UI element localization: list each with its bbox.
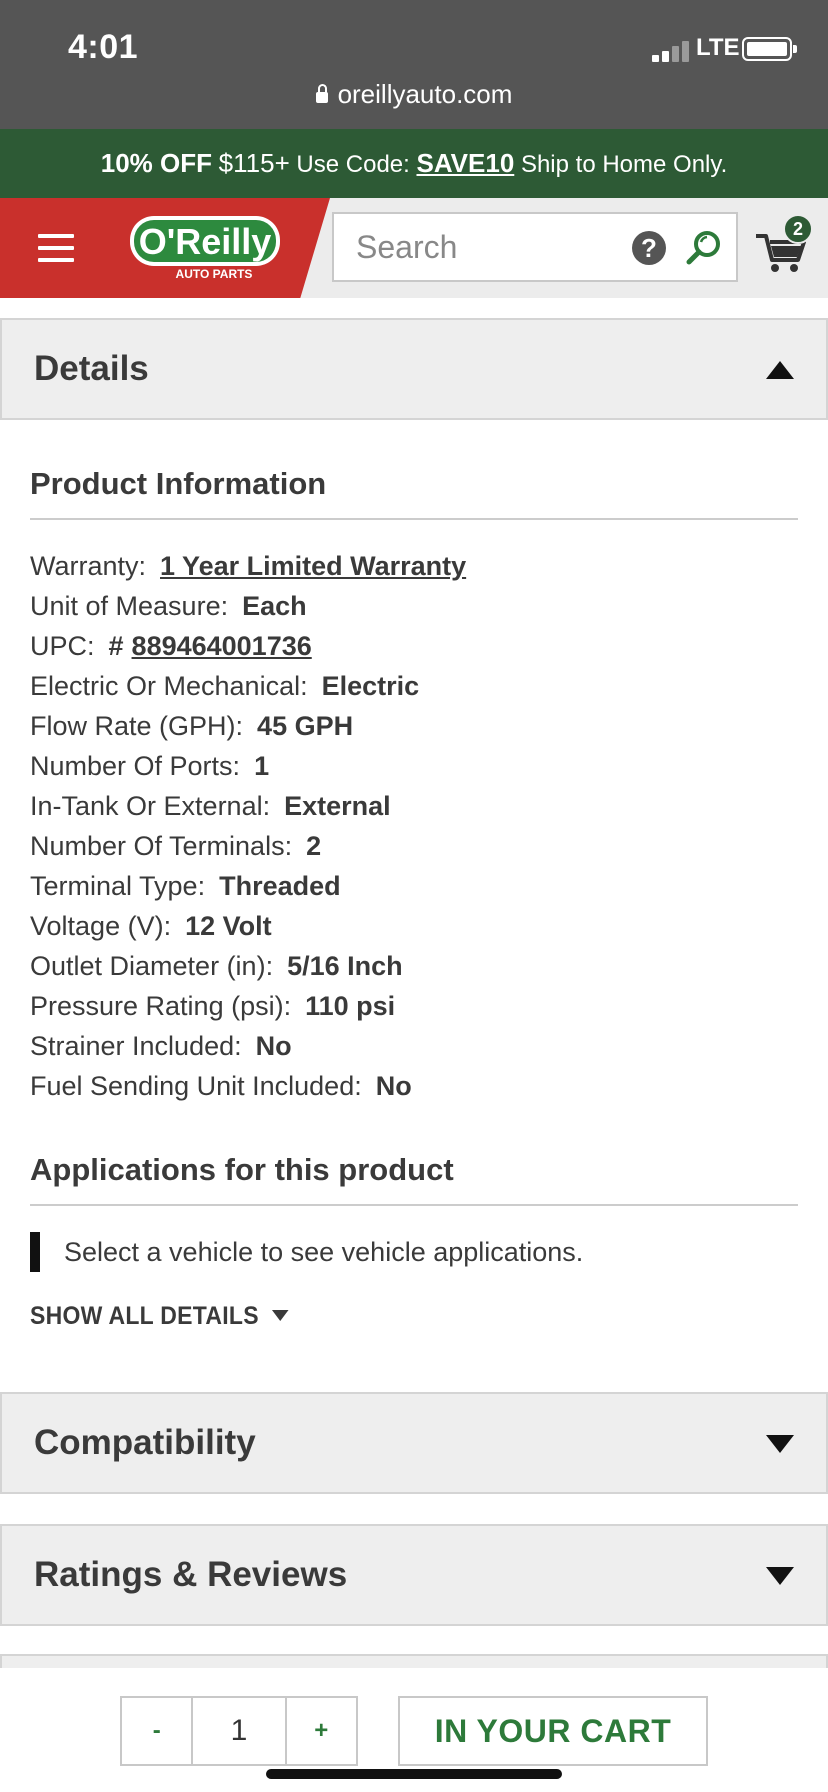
warranty-link[interactable]: 1 Year Limited Warranty [160,551,466,581]
spec-row: In-Tank Or External: External [30,788,800,828]
menu-icon[interactable] [38,234,74,262]
spec-label: Strainer Included: [30,1031,242,1061]
spec-label: Electric Or Mechanical: [30,671,308,701]
spec-value: 5/16 Inch [287,951,403,981]
spec-row: Voltage (V): 12 Volt [30,908,800,948]
promo-banner[interactable]: 10% OFF $115+ Use Code: SAVE10 Ship to H… [0,129,828,198]
spec-value: Each [242,591,307,621]
spec-row: Terminal Type: Threaded [30,868,800,908]
show-all-details-button[interactable]: SHOW ALL DETAILS [30,1302,289,1331]
spec-label: Pressure Rating (psi): [30,991,292,1021]
quantity-field[interactable]: 1 [191,1698,287,1764]
chevron-up-icon [766,361,794,379]
decrease-quantity-button[interactable]: - [122,1698,191,1764]
caret-down-icon [271,1310,289,1321]
spec-row: Flow Rate (GPH): 45 GPH [30,708,800,748]
spec-row: Electric Or Mechanical: Electric [30,668,800,708]
spec-row: Pressure Rating (psi): 110 psi [30,988,800,1028]
logo-text: O'Reilly [139,221,272,262]
spec-row: Number Of Ports: 1 [30,748,800,788]
cart-count-badge[interactable]: 2 [783,214,813,244]
applications-message: Select a vehicle to see vehicle applicat… [30,1232,583,1272]
details-section-header[interactable]: Details [0,318,828,420]
spec-label: Flow Rate (GPH): [30,711,244,741]
spec-value: 2 [306,831,322,861]
help-icon[interactable]: ? [632,231,666,265]
spec-row: Fuel Sending Unit Included: No [30,1068,800,1108]
spec-label: Voltage (V): [30,911,172,941]
battery-icon [742,37,797,61]
show-all-details-label: SHOW ALL DETAILS [30,1302,259,1330]
quantity-stepper: - 1 + [120,1696,358,1766]
lock-icon [315,84,328,103]
spec-value: External [284,791,391,821]
promo-discount: 10% OFF [100,148,212,178]
spec-label: Number Of Terminals: [30,831,293,861]
spec-label: Terminal Type: [30,871,206,901]
page: 4:01 LTE oreillyauto.com 10% OFF $115+ U… [0,0,828,1792]
signal-icon [652,40,692,62]
spec-row: Outlet Diameter (in): 5/16 Inch [30,948,800,988]
spec-row: Strainer Included: No [30,1028,800,1068]
spec-label: Unit of Measure: [30,591,229,621]
address-bar[interactable]: oreillyauto.com [0,79,828,110]
promo-amount: $115+ [218,148,290,178]
promo-note: Ship to Home Only. [520,151,728,178]
spec-value: No [375,1071,412,1101]
compatibility-title: Compatibility [34,1423,256,1462]
spec-row: Unit of Measure: Each [30,588,800,628]
spec-value: 110 psi [305,991,396,1021]
spec-label: In-Tank Or External: [30,791,271,821]
status-bar: 4:01 LTE oreillyauto.com [0,0,828,129]
ratings-section-header[interactable]: Ratings & Reviews [0,1524,828,1626]
spec-value: Threaded [219,871,341,901]
in-your-cart-button[interactable]: IN YOUR CART [398,1696,708,1766]
spec-value: 45 GPH [257,711,354,741]
spec-row: UPC: #889464001736 [30,628,800,668]
status-time: 4:01 [68,28,139,66]
spec-value: Electric [321,671,420,701]
applications-message-text: Select a vehicle to see vehicle applicat… [64,1237,584,1267]
spec-row: Warranty: 1 Year Limited Warranty [30,548,800,588]
oreilly-logo[interactable]: O'Reilly AUTO PARTS [128,212,288,284]
search-icon[interactable] [684,228,724,268]
ratings-title: Ratings & Reviews [34,1555,348,1594]
url-text: oreillyauto.com [337,79,513,109]
spec-label: UPC: [30,631,95,661]
carrier-label: LTE [696,34,740,61]
logo-subtext: AUTO PARTS [176,267,253,281]
upc-link[interactable]: 889464001736 [132,631,312,661]
spec-value: 1 [254,751,270,781]
spec-value: 12 Volt [185,911,272,941]
spec-label: Fuel Sending Unit Included: [30,1071,362,1101]
promo-use-code-label: Use Code: [296,151,410,178]
promo-code[interactable]: SAVE10 [416,148,514,178]
compatibility-section-header[interactable]: Compatibility [0,1392,828,1494]
spec-label: Number Of Ports: [30,751,241,781]
home-indicator[interactable] [266,1769,562,1779]
product-information-heading: Product Information [30,466,798,520]
spec-value: No [255,1031,292,1061]
details-title: Details [34,349,149,388]
upc-prefix: # [108,631,124,661]
chevron-down-icon [766,1567,794,1585]
spec-label: Warranty: [30,551,147,581]
chevron-down-icon [766,1435,794,1453]
spec-label: Outlet Diameter (in): [30,951,274,981]
search-box[interactable]: ? [332,212,738,282]
increase-quantity-button[interactable]: + [287,1698,356,1764]
product-spec-list: Warranty: 1 Year Limited Warranty Unit of… [30,548,800,1108]
search-input[interactable] [356,226,606,268]
applications-heading: Applications for this product [30,1152,798,1206]
message-accent-bar [30,1232,40,1272]
site-header: O'Reilly AUTO PARTS ? [0,198,828,298]
spec-row: Number Of Terminals: 2 [30,828,800,868]
